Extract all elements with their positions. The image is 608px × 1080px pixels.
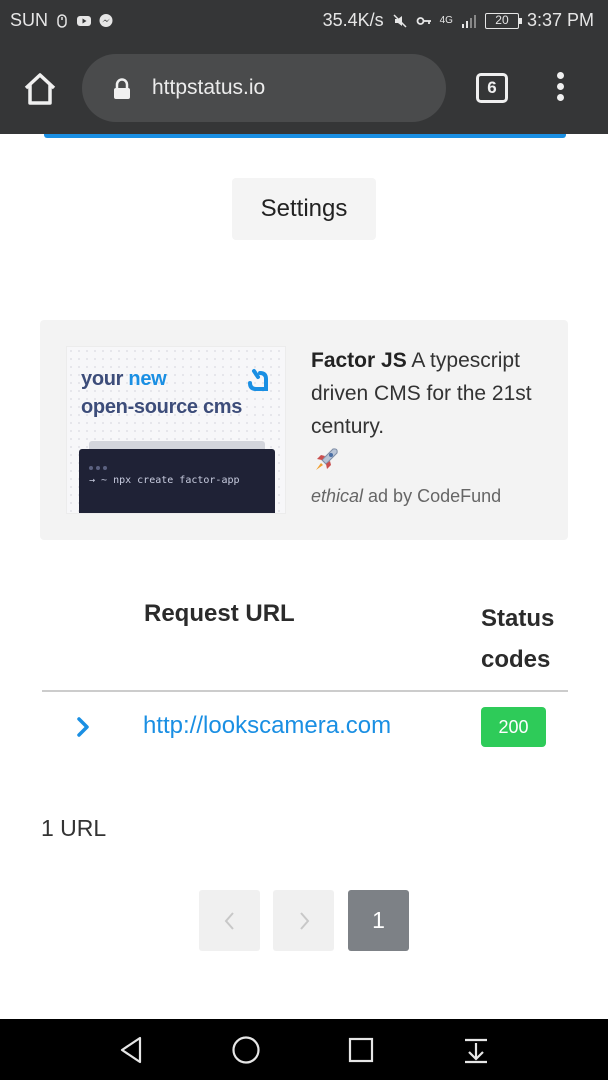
- url-count: 1 URL: [41, 815, 107, 841]
- home-icon[interactable]: [20, 70, 60, 108]
- ad-product-name: Factor JS: [311, 349, 407, 372]
- mute-icon: [393, 13, 407, 28]
- rocket-icon: [316, 448, 338, 470]
- network-type: 4G: [439, 15, 453, 26]
- back-icon[interactable]: [116, 1034, 148, 1066]
- browser-toolbar: httpstatus.io 6: [0, 42, 608, 134]
- chevron-right-icon[interactable]: [74, 714, 94, 740]
- chevron-left-icon: [224, 912, 234, 930]
- ad-terminal-graphic: → ~ npx create factor-app: [79, 449, 275, 513]
- pagination-next-button[interactable]: [273, 890, 334, 951]
- settings-button[interactable]: Settings: [232, 178, 376, 240]
- address-bar[interactable]: httpstatus.io: [82, 54, 446, 122]
- home-nav-icon[interactable]: [230, 1034, 262, 1066]
- status-badge: 200: [481, 707, 546, 747]
- screen: SUN 35.4K/s 4G 20 3:37 PM httpstatus.io: [0, 0, 608, 1080]
- battery-icon: 20: [484, 12, 522, 29]
- clock: 3:37 PM: [526, 10, 594, 30]
- ad-image[interactable]: your new open-source cms → ~ npx create …: [66, 346, 286, 514]
- status-bar-left: SUN: [10, 10, 114, 31]
- column-header-status-codes: Status codes: [481, 605, 555, 673]
- chevron-right-icon: [300, 912, 310, 930]
- mouse-icon: [57, 13, 67, 28]
- codefund-ad[interactable]: your new open-source cms → ~ npx create …: [40, 320, 568, 540]
- lock-icon: [114, 78, 130, 99]
- notification-pull-icon[interactable]: [460, 1034, 492, 1066]
- table-header-divider: [42, 690, 568, 692]
- status-bar: SUN 35.4K/s 4G 20 3:37 PM: [0, 0, 608, 42]
- youtube-icon: [77, 15, 92, 26]
- ad-terminal-command: → ~ npx create factor-app: [89, 475, 240, 486]
- recents-icon[interactable]: [345, 1034, 377, 1066]
- ad-description[interactable]: Factor JS A typescript driven CMS for th…: [311, 344, 551, 475]
- messenger-icon: [99, 13, 113, 27]
- key-icon: [416, 16, 431, 25]
- navigation-bar: [0, 1019, 608, 1080]
- address-bar-url: httpstatus.io: [152, 76, 266, 99]
- factor-logo-icon: [248, 369, 268, 391]
- overflow-menu-icon[interactable]: [552, 72, 568, 104]
- pagination-prev-button[interactable]: [199, 890, 260, 951]
- signal-icon: [461, 14, 476, 28]
- status-bar-right: 35.4K/s 4G 20 3:37 PM: [323, 10, 594, 31]
- pagination-current-page[interactable]: 1: [348, 890, 409, 951]
- request-url-link[interactable]: http://lookscamera.com: [143, 712, 391, 740]
- input-focus-underline: [44, 134, 566, 138]
- network-speed: 35.4K/s: [322, 10, 384, 30]
- ad-credit[interactable]: ethical ad by CodeFund: [311, 486, 501, 507]
- tab-switcher-button[interactable]: 6: [476, 73, 508, 103]
- ad-image-headline: your new open-source cms: [81, 368, 243, 418]
- carrier-label: SUN: [10, 10, 49, 30]
- column-header-request-url: Request URL: [144, 600, 295, 627]
